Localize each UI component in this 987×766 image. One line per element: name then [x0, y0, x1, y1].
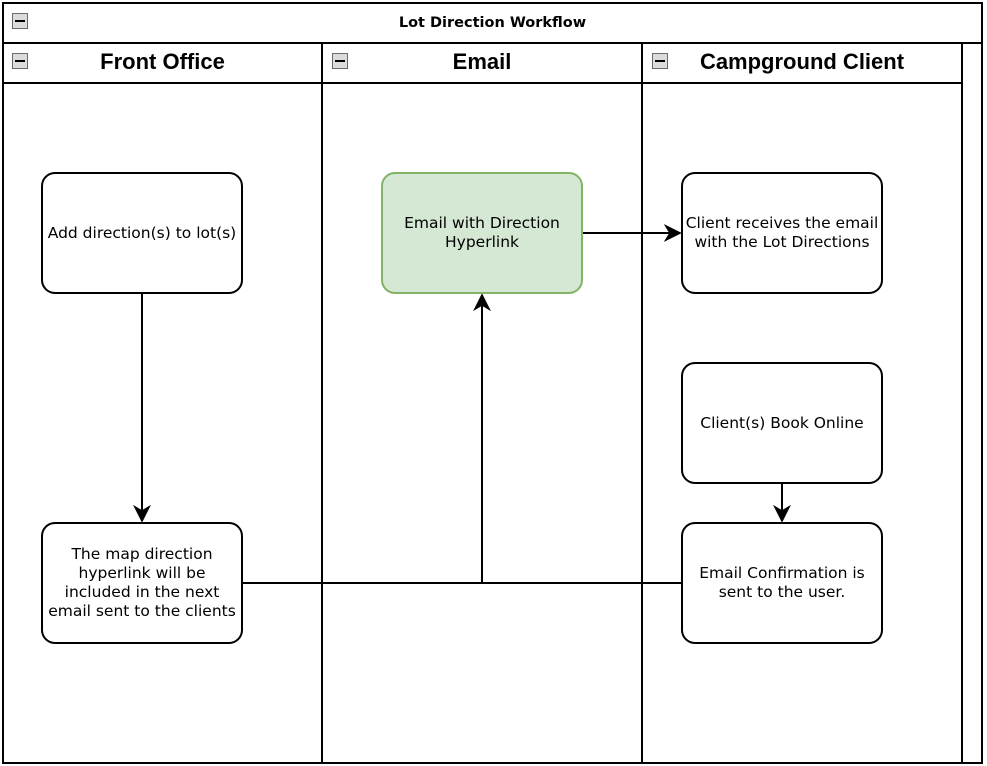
- edge-hyperlink-to-email: [242, 293, 491, 584]
- node-label: Email Confirmation is sent to the user.: [699, 564, 865, 601]
- node-label: Email with Direction Hyperlink: [404, 214, 560, 251]
- node-label: The map direction hyperlink will be incl…: [48, 545, 236, 620]
- node-label: Add direction(s) to lot(s): [47, 223, 237, 242]
- node-map-hyperlink[interactable]: The map direction hyperlink will be incl…: [41, 522, 243, 644]
- node-client-receives[interactable]: Client receives the email with the Lot D…: [681, 172, 883, 294]
- node-email-with-direction[interactable]: Email with Direction Hyperlink: [381, 172, 583, 294]
- node-label: Client(s) Book Online: [700, 413, 864, 432]
- node-label: Client receives the email with the Lot D…: [685, 214, 879, 251]
- pool-title: Lot Direction Workflow: [398, 15, 587, 31]
- node-add-directions[interactable]: Add direction(s) to lot(s): [41, 172, 243, 294]
- lane-title-campground-client: Campground Client: [699, 49, 905, 74]
- swimlane-diagram: Lot Direction Workflow Front Office Emai…: [0, 0, 987, 766]
- lane-title-front-office: Front Office: [100, 49, 225, 74]
- lane-title-email: Email: [452, 49, 512, 74]
- node-email-confirmation[interactable]: Email Confirmation is sent to the user.: [681, 522, 883, 644]
- node-client-book-online[interactable]: Client(s) Book Online: [681, 362, 883, 484]
